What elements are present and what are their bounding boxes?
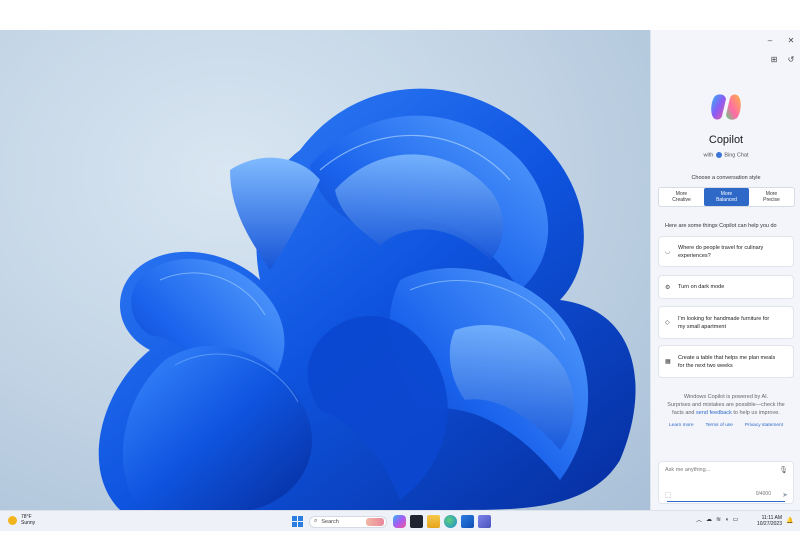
weather-description: Sunny [21,520,36,526]
table-icon: ▦ [665,359,671,365]
search-highlight-icon [366,517,384,526]
send-feedback-link[interactable]: send feedback [696,410,732,416]
input-focus-bar [667,501,785,502]
disclaimer-line3-end: to help us improve. [733,410,780,416]
sun-icon [8,515,17,525]
taskbar-center: ⌕ Search [292,514,495,529]
search-icon: ⌕ [314,518,318,524]
learn-more-link[interactable]: Learn more [669,423,694,428]
notification-bell-icon[interactable]: 🔔 [786,517,793,524]
edge-browser-icon[interactable] [444,515,457,528]
suggestion-text-line1: I'm looking for handmade furniture for [678,315,770,322]
disclaimer-line1: Windows Copilot is powered by AI. [683,394,769,400]
task-view-icon[interactable] [410,515,423,528]
style-creative-line2: Creative [672,197,691,203]
suggestion-text-line2: experiences? [678,252,711,259]
file-explorer-icon[interactable] [427,515,440,528]
microphone-icon[interactable]: 🎙 [779,466,788,474]
copilot-taskbar-icon[interactable] [393,515,406,528]
windows-screen: – ✕ ⊞ ↺ Copilot with Bing Chat Choose a … [0,30,800,531]
suggestion-text-line1: Create a table that helps me plan meals [678,354,776,361]
taskbar-search-box[interactable]: ⌕ Search [309,515,387,528]
suggestion-card[interactable]: ⚙ Turn on dark mode [658,275,794,299]
history-icon[interactable]: ↺ [785,55,797,64]
dock-panel-icon[interactable]: ⊞ [768,55,780,64]
close-icon[interactable]: ✕ [785,36,797,45]
screenshot-frame: – ✕ ⊞ ↺ Copilot with Bing Chat Choose a … [0,0,800,560]
disclaimer-line3-start: facts and [672,410,695,416]
style-precise-button[interactable]: More Precise [749,188,794,206]
wifi-icon[interactable]: ≋ [716,516,721,523]
style-creative-button[interactable]: More Creative [659,188,704,206]
copilot-title: Copilot [708,134,744,146]
chevron-up-icon[interactable]: ︿ [696,515,702,524]
desktop-wallpaper [0,30,650,510]
volume-icon[interactable]: ◖ [725,517,729,523]
suggestion-card[interactable]: ◇ I'm looking for handmade furniture for… [658,306,794,339]
conversation-style-selector: More Creative More Balanced More Precise [658,187,795,207]
teams-icon[interactable] [478,515,491,528]
style-balanced-button[interactable]: More Balanced [704,188,749,206]
bing-icon [715,152,722,158]
weather-widget[interactable]: 78°F Sunny [8,514,35,526]
copilot-panel: – ✕ ⊞ ↺ Copilot with Bing Chat Choose a … [650,30,800,510]
suggestion-text-line1: Where do people travel for culinary [678,244,764,251]
minimize-icon[interactable]: – [764,36,776,45]
style-precise-line2: Precise [763,197,780,203]
terms-of-use-link[interactable]: Terms of use [705,423,732,428]
conversation-style-heading: Choose a conversation style [691,175,761,181]
copilot-logo [711,94,741,120]
taskbar-clock[interactable]: 11:11 AM 10/27/2023 [752,515,782,527]
cloud-icon[interactable]: ☁ [706,516,712,523]
start-button[interactable] [292,516,303,527]
chat-input-box[interactable]: Ask me anything... 🎙 ⬚ 0/4000 ➤ [658,461,794,504]
subtitle-prefix: with [703,152,714,159]
suggestions-heading: Here are some things Copilot can help yo… [665,223,777,229]
suggestion-card[interactable]: ▦ Create a table that helps me plan meal… [658,345,794,378]
privacy-statement-link[interactable]: Privacy statement [745,423,783,428]
bloom-wallpaper-art [98,88,636,510]
style-balanced-line2: Balanced [716,197,737,203]
character-count: 0/4000 [755,491,771,497]
suggestion-text-line2: for the next two weeks [678,362,733,369]
settings-toggle-icon: ⚙ [665,284,671,291]
search-label: Search [321,518,339,525]
battery-icon[interactable]: ▭ [733,516,739,523]
image-upload-icon[interactable]: ⬚ [665,491,672,499]
send-icon[interactable]: ➤ [782,491,788,499]
store-icon[interactable] [461,515,474,528]
copilot-subtitle: with Bing Chat [651,152,800,158]
disclaimer-line2: Surprises and mistakes are possible—chec… [667,402,785,408]
ai-disclaimer: Windows Copilot is powered by AI. Surpri… [661,393,791,417]
tag-icon: ◇ [665,320,670,326]
legal-links: Learn more Terms of use Privacy statemen… [661,423,791,428]
chat-input-placeholder[interactable]: Ask me anything... [665,467,710,473]
suggestion-text-line2: my small apartment [678,323,726,330]
food-icon: ◡ [665,249,671,255]
suggestion-card[interactable]: ◡ Where do people travel for culinary ex… [658,236,794,267]
taskbar: 78°F Sunny ⌕ Search ︿ ☁ ≋ ◖ ▭ 11:11 AM 1… [0,510,800,531]
suggestion-text-line1: Turn on dark mode [678,284,725,290]
system-tray: ︿ ☁ ≋ ◖ ▭ [696,515,742,525]
clock-date: 10/27/2023 [756,521,782,527]
subtitle-service: Bing Chat [724,152,749,159]
